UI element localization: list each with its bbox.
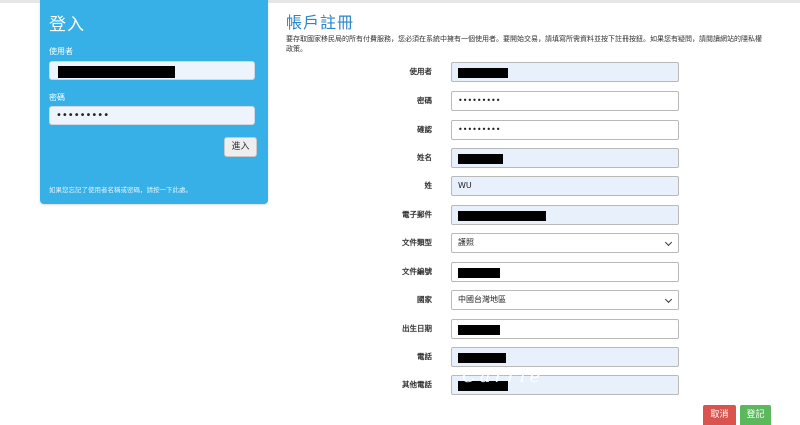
given-name-input[interactable] <box>451 148 679 168</box>
birth-date-input[interactable] <box>451 319 679 339</box>
redaction-bar <box>58 66 175 78</box>
login-username-label: 使用者 <box>49 47 73 56</box>
forgot-credentials-link[interactable]: 如果您忘記了使用者名稱或密碼，請按一下此處。 <box>49 184 192 194</box>
confirm-password-input[interactable]: ••••••••• <box>451 120 679 140</box>
login-title: 登入 <box>49 15 85 35</box>
document-type-select[interactable]: 護照 <box>451 233 679 253</box>
document-number-input[interactable] <box>451 262 679 282</box>
field-label-given-name: 姓名 <box>417 153 432 162</box>
register-button[interactable]: 登記 <box>740 405 771 425</box>
redaction-bar <box>458 68 508 78</box>
redaction-bar <box>458 268 500 278</box>
field-label-birth-date: 出生日期 <box>402 324 432 333</box>
field-label-document-number: 文件編號 <box>402 267 432 276</box>
country-select[interactable]: 中國台灣地區 <box>451 290 679 310</box>
watermark-text: Carrie <box>462 366 545 387</box>
field-label-surname: 姓 <box>424 181 433 190</box>
document-type-value: 護照 <box>458 238 474 247</box>
redaction-bar <box>458 154 503 164</box>
redaction-bar <box>458 325 500 335</box>
redaction-bar <box>458 211 546 221</box>
email-input[interactable] <box>451 205 679 225</box>
field-label-country: 國家 <box>417 295 432 304</box>
password-input[interactable]: ••••••••• <box>451 91 679 111</box>
field-label-other-phone: 其他電話 <box>402 380 432 389</box>
login-panel: 登入 使用者 密碼 ••••••••• 進入 如果您忘記了使用者名稱或密碼，請按… <box>40 0 268 204</box>
field-label-document-type: 文件類型 <box>402 238 432 247</box>
login-password-input[interactable]: ••••••••• <box>49 106 255 125</box>
field-label-confirm: 確認 <box>417 125 432 134</box>
login-submit-button[interactable]: 進入 <box>224 137 257 157</box>
field-label-password: 密碼 <box>417 96 432 105</box>
username-input[interactable] <box>451 62 679 82</box>
phone-input[interactable] <box>451 347 679 367</box>
register-title: 帳戶註冊 <box>286 13 355 32</box>
cancel-button[interactable]: 取消 <box>703 405 736 425</box>
redaction-bar <box>458 353 506 363</box>
field-label-phone: 電話 <box>417 352 432 361</box>
field-label-username: 使用者 <box>409 67 433 76</box>
country-value: 中國台灣地區 <box>458 295 506 304</box>
register-description: 要存取國家移民局的所有付費服務，您必須在系統中擁有一個使用者。要開始交易，請填寫… <box>286 35 762 53</box>
login-password-label: 密碼 <box>49 93 65 102</box>
surname-input[interactable]: WU <box>451 176 679 196</box>
login-username-input[interactable] <box>49 61 255 80</box>
field-label-email: 電子郵件 <box>402 210 432 219</box>
